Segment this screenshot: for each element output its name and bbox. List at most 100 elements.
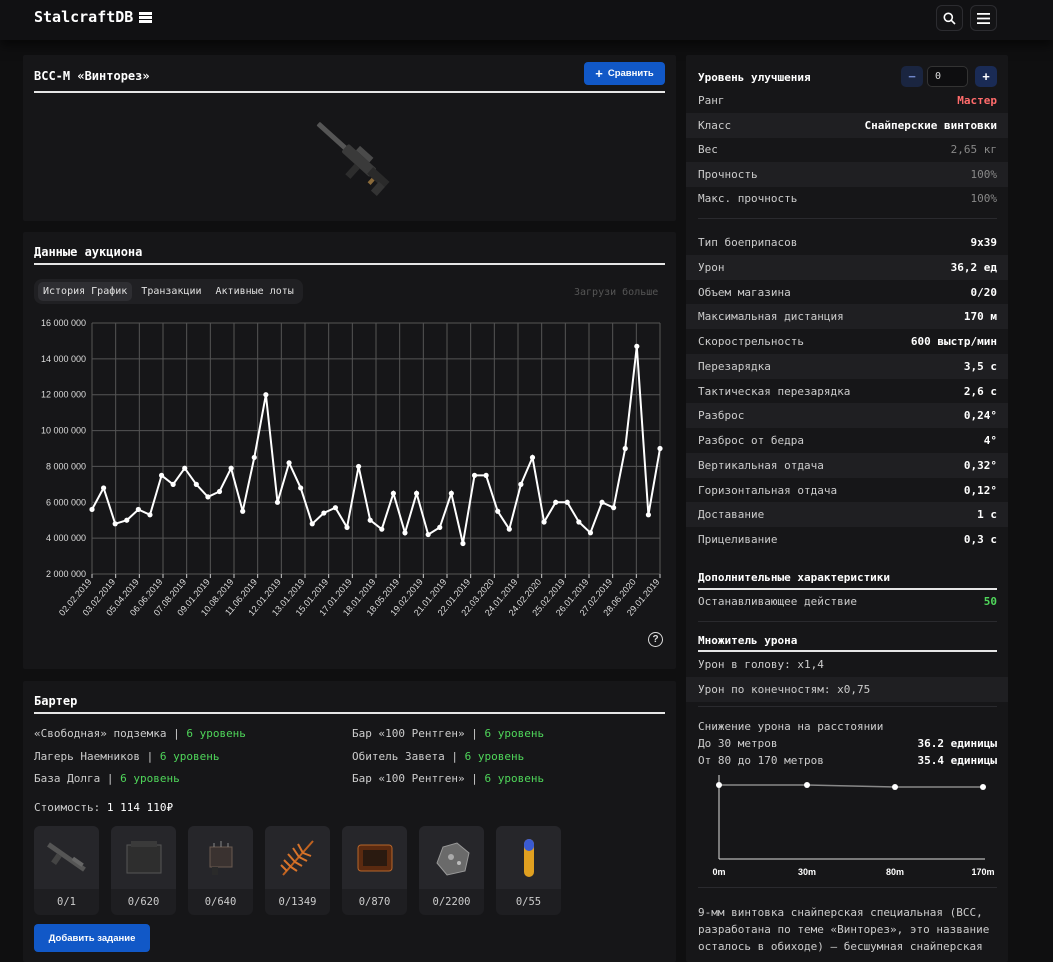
compare-label: Сравнить bbox=[607, 68, 654, 79]
falloff-label: 0m bbox=[712, 867, 725, 877]
barter-location: Обитель Завета | 6 уровень bbox=[352, 750, 525, 763]
stat-row: Вес 2,65 кг bbox=[698, 143, 997, 157]
price-point bbox=[553, 499, 559, 505]
barter-item[interactable]: 0/640 bbox=[188, 826, 253, 915]
y-tick-label: 2 000 000 bbox=[46, 569, 86, 579]
extra-title: Дополнительные характеристики bbox=[698, 571, 891, 584]
barter-item-count: 0/1349 bbox=[278, 896, 317, 908]
barter-item[interactable]: 0/2200 bbox=[419, 826, 484, 915]
stat-row: Разброс 0,24° bbox=[686, 403, 1008, 429]
y-tick-label: 16 000 000 bbox=[41, 318, 86, 328]
stat-row: Разброс от бедра 4° bbox=[698, 434, 997, 447]
barter-item-count: 0/620 bbox=[127, 896, 160, 908]
price-point bbox=[147, 512, 153, 518]
tablet-icon bbox=[357, 844, 392, 871]
price-point bbox=[541, 519, 547, 525]
price-point bbox=[645, 512, 652, 518]
menu-button[interactable] bbox=[970, 5, 997, 31]
stat-row: Макс. прочность 100% bbox=[698, 192, 997, 206]
logo-text[interactable]: StalcraftDB bbox=[34, 8, 133, 26]
falloff-row-near: До 30 метров 36.2 единицы bbox=[698, 737, 997, 750]
falloff-point bbox=[892, 784, 898, 790]
falloff-title: Снижение урона на расстоянии bbox=[698, 720, 884, 733]
barter-location: «Свободная» подземка | 6 уровень bbox=[34, 727, 246, 740]
site-logo[interactable]: StalcraftDB bbox=[34, 8, 153, 26]
tab-history-chart[interactable]: История График bbox=[38, 282, 133, 301]
price-point bbox=[240, 508, 246, 514]
help-icon[interactable]: ? bbox=[648, 632, 663, 647]
load-more-button[interactable]: Загрузи больше bbox=[574, 287, 658, 298]
add-task-button[interactable]: Добавить задание bbox=[34, 924, 150, 952]
barter-item-count: 0/870 bbox=[358, 896, 391, 908]
price-point bbox=[274, 499, 281, 505]
price-point bbox=[182, 465, 188, 471]
database-icon bbox=[139, 11, 153, 23]
upgrade-decrement-button[interactable]: − bbox=[901, 66, 923, 87]
barter-item[interactable]: 0/620 bbox=[111, 826, 176, 915]
price-point bbox=[356, 463, 362, 470]
y-tick-label: 12 000 000 bbox=[41, 390, 86, 400]
fern-icon bbox=[279, 839, 314, 876]
y-tick-label: 4 000 000 bbox=[46, 533, 86, 543]
stat-row: Прочность 100% bbox=[686, 161, 1008, 187]
search-icon bbox=[943, 12, 956, 25]
barter-item[interactable]: 0/870 bbox=[342, 826, 407, 915]
price-point bbox=[379, 526, 385, 532]
price-point bbox=[170, 481, 176, 487]
plus-icon: + bbox=[595, 66, 603, 81]
y-tick-label: 14 000 000 bbox=[41, 354, 86, 364]
y-tick-label: 8 000 000 bbox=[46, 461, 86, 471]
stat-row: Доставание 1 с bbox=[686, 502, 1008, 528]
falloff-label: 30m bbox=[798, 867, 816, 877]
tab-active-lots[interactable]: Активные лоты bbox=[211, 282, 299, 301]
stat-row: Объем магазина 0/20 bbox=[698, 285, 997, 299]
price-point bbox=[437, 524, 443, 530]
price-point bbox=[495, 508, 501, 514]
divider bbox=[698, 706, 997, 707]
falloff-chart: 0m 30m 80m 170m bbox=[712, 775, 995, 877]
price-point bbox=[483, 472, 489, 478]
price-point bbox=[205, 494, 211, 500]
price-point bbox=[448, 490, 454, 496]
falloff-point bbox=[716, 782, 722, 788]
stat-stopping-power: Останавливающее действие 50 bbox=[698, 595, 997, 608]
vial-icon bbox=[523, 838, 534, 877]
rifle-icon bbox=[46, 841, 86, 872]
stat-row: Максимальная дистанция 170 м bbox=[686, 304, 1008, 330]
barter-item-count: 0/55 bbox=[515, 896, 542, 908]
compare-button[interactable]: + Сравнить bbox=[584, 62, 665, 85]
cost-value: 1 114 110₽ bbox=[106, 801, 174, 814]
price-point bbox=[309, 521, 315, 527]
tab-transactions[interactable]: Транзакции bbox=[136, 282, 206, 301]
falloff-label: 170m bbox=[971, 867, 994, 877]
falloff-label: 80m bbox=[886, 867, 904, 877]
barter-item[interactable]: 0/55 bbox=[496, 826, 561, 915]
stat-row: Тактическая перезарядка 2,6 с bbox=[698, 384, 997, 398]
upgrade-increment-button[interactable]: + bbox=[975, 66, 997, 87]
ammo-box-icon bbox=[126, 840, 161, 873]
price-history-chart[interactable]: 2 000 000 4 000 000 6 000 000 8 000 000 10 0… bbox=[30, 314, 670, 634]
barter-item[interactable]: 0/1349 bbox=[265, 826, 330, 915]
upgrade-level-input[interactable]: 0 bbox=[927, 66, 968, 87]
barter-cost: Стоимость: 1 114 110₽ bbox=[34, 801, 174, 814]
price-point bbox=[460, 540, 466, 547]
y-tick-label: 10 000 000 bbox=[41, 426, 86, 436]
item-description: 9-мм винтовка снайперская специальная (В… bbox=[698, 906, 990, 953]
price-point bbox=[332, 505, 339, 511]
falloff-point bbox=[804, 782, 810, 788]
price-point bbox=[100, 485, 107, 491]
stat-row: Вертикальная отдача 0,32° bbox=[686, 452, 1008, 478]
stat-row: Скорострельность 600 выстр/мин bbox=[698, 335, 997, 348]
upgrade-level-label: Уровень улучшения bbox=[698, 71, 811, 84]
price-point bbox=[89, 506, 95, 513]
price-point bbox=[286, 460, 292, 466]
barter-item[interactable]: 0/1 bbox=[34, 826, 99, 915]
barter-location: Бар «100 Рентген» | 6 уровень bbox=[352, 772, 545, 785]
search-button[interactable] bbox=[936, 5, 963, 31]
price-point bbox=[529, 454, 536, 461]
stat-row: Перезарядка 3,5 с bbox=[686, 353, 1008, 379]
barter-panel bbox=[23, 681, 676, 962]
ore-icon bbox=[435, 841, 470, 876]
barter-item-count: 0/640 bbox=[204, 896, 237, 908]
price-point bbox=[112, 521, 118, 527]
